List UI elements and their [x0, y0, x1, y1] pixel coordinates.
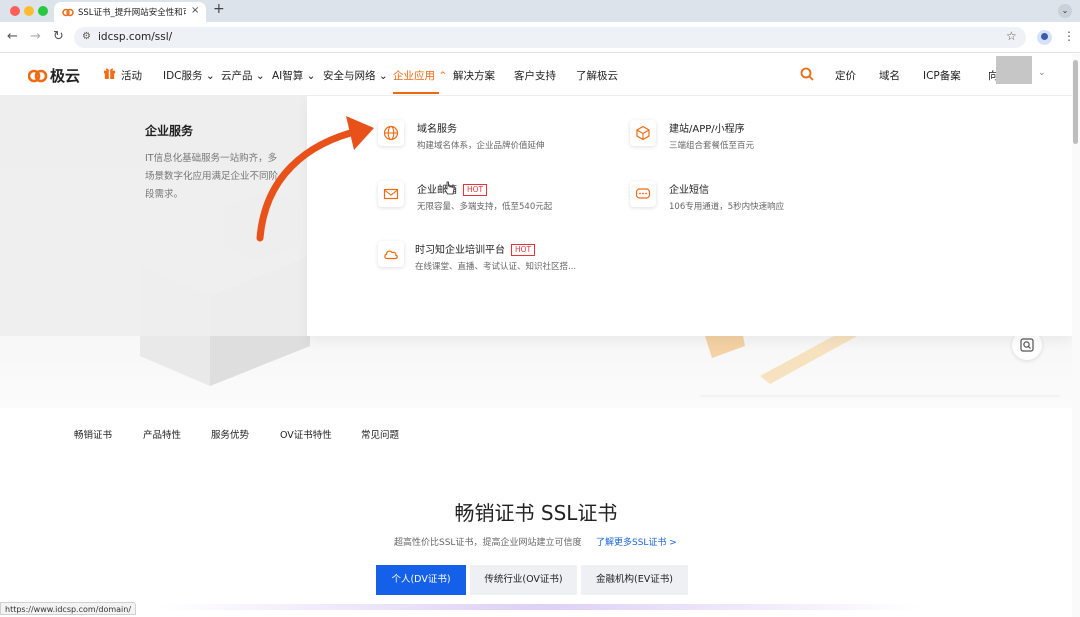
search-icon	[1020, 338, 1034, 352]
gift-icon	[103, 68, 116, 79]
chevron-down-icon: ⌄	[306, 70, 316, 82]
nav-idc[interactable]: IDC服务 ⌄	[163, 68, 215, 83]
chevron-down-icon: ⌄	[205, 70, 215, 82]
dropdown-title: 企业服务	[145, 124, 194, 138]
avatar[interactable]	[996, 56, 1032, 84]
mail-icon	[378, 181, 404, 207]
ev-cert-button[interactable]: 金融机构(EV证书)	[581, 565, 688, 595]
chevron-down-icon: ⌄	[378, 70, 388, 82]
section-subtitle: 超高性价比SSL证书，提高企业网站建立可信度	[394, 538, 582, 548]
nav-about[interactable]: 了解极云	[576, 68, 618, 83]
nav-ai-label: AI智算	[272, 70, 304, 82]
site-settings-icon[interactable]: ⚙	[82, 31, 91, 42]
nav-security[interactable]: 安全与网络 ⌄	[323, 68, 388, 83]
site-header: 极云 活动 IDC服务 ⌄ 云产品 ⌄ AI智算 ⌄ 安全与网络 ⌄ 企业应用 …	[0, 54, 1072, 96]
profile-icon[interactable]	[1037, 30, 1052, 45]
tab-close-icon[interactable]: ×	[191, 5, 199, 16]
kebab-menu-icon[interactable]: ⋮	[1063, 29, 1075, 43]
reload-icon[interactable]: ↻	[53, 29, 64, 44]
menu-item-title: 建站/APP/小程序	[669, 124, 745, 135]
nav-enterprise-label: 企业应用	[393, 70, 435, 82]
forward-arrow-icon[interactable]: →	[30, 29, 41, 44]
nav-cloud[interactable]: 云产品 ⌄	[221, 68, 265, 83]
chevron-down-icon: ⌄	[255, 70, 265, 82]
bottom-glow	[160, 604, 920, 610]
menu-item-title: 企业短信	[669, 185, 709, 196]
annotation-arrow-icon	[256, 116, 374, 242]
sms-icon	[630, 181, 656, 207]
site-favicon-icon	[62, 8, 74, 17]
menu-item-enterprise-sms[interactable]: 企业短信 106专用通道，5秒内快速响应	[630, 181, 850, 212]
menu-item-subtitle: 构建域名体系，企业品牌价值延伸	[417, 141, 545, 151]
browser-tab[interactable]: SSL证书_提升网站安全性和可信度 ×	[54, 2, 206, 22]
menu-item-title-text: 时习知企业培训平台	[415, 245, 505, 256]
search-icon[interactable]	[800, 67, 814, 81]
tab-faq[interactable]: 常见问题	[361, 427, 399, 441]
nav-domain[interactable]: 域名	[879, 68, 900, 83]
nav-support[interactable]: 客户支持	[514, 68, 556, 83]
nav-icp[interactable]: ICP备案	[923, 68, 961, 83]
browser-toolbar: ← → ↻ ⚙ idcsp.com/ssl/	[0, 22, 1080, 53]
nav-security-label: 安全与网络	[323, 70, 376, 82]
minimize-window-button[interactable]	[24, 6, 34, 16]
maximize-window-button[interactable]	[38, 6, 48, 16]
tab-advantages[interactable]: 服务优势	[211, 427, 249, 441]
hand-cursor-icon	[444, 181, 455, 195]
page-scrollbar[interactable]	[1072, 54, 1080, 617]
scrollbar-thumb[interactable]	[1073, 60, 1078, 144]
ov-cert-button[interactable]: 传统行业(OV证书)	[470, 565, 577, 595]
nav-cloud-label: 云产品	[221, 70, 253, 82]
menu-item-title: 时习知企业培训平台 HOT	[415, 241, 536, 256]
cube-icon	[630, 120, 656, 146]
more-ssl-link[interactable]: 了解更多SSL证书 >	[596, 535, 677, 548]
chevron-up-icon: ⌃	[438, 70, 448, 82]
chevron-down-icon[interactable]: ⌄	[1038, 68, 1046, 78]
address-bar[interactable]: ⚙ idcsp.com/ssl/	[74, 27, 1026, 48]
tab-ov-features[interactable]: OV证书特性	[280, 427, 332, 441]
hot-badge: HOT	[511, 244, 536, 256]
menu-item-title: 域名服务	[417, 124, 457, 135]
nav-ai[interactable]: AI智算 ⌄	[272, 68, 315, 83]
close-window-button[interactable]	[10, 6, 20, 16]
menu-item-training-platform[interactable]: 时习知企业培训平台 HOT 在线课堂、直播、考试认证、知识社区搭...	[378, 241, 618, 272]
menu-item-subtitle: 在线课堂、直播、考试认证、知识社区搭...	[415, 262, 577, 272]
nav-activity[interactable]: 活动	[121, 68, 142, 83]
star-icon[interactable]: ☆	[1006, 29, 1017, 43]
status-bar-url: https://www.idcsp.com/domain/	[0, 602, 137, 615]
dropdown-panel: 域名服务 构建域名体系，企业品牌价值延伸 建站/APP/小程序 三端组合套餐低至…	[307, 96, 1072, 336]
tab-search-icon[interactable]: ⌄	[1058, 4, 1072, 18]
logo-text[interactable]: 极云	[50, 65, 80, 86]
section-title: 畅销证书 SSL证书	[454, 501, 618, 525]
tab-features[interactable]: 产品特性	[143, 427, 181, 441]
nav-idc-label: IDC服务	[163, 70, 203, 82]
hot-badge: HOT	[463, 184, 488, 196]
nav-active-underline	[393, 92, 439, 94]
nav-enterprise[interactable]: 企业应用 ⌃	[393, 68, 447, 83]
nav-solutions[interactable]: 解决方案	[453, 68, 495, 83]
section-tabs: 畅销证书 产品特性 服务优势 OV证书特性 常见问题	[0, 408, 1072, 458]
new-tab-button[interactable]: +	[213, 1, 225, 17]
tab-title: SSL证书_提升网站安全性和可信度	[78, 8, 186, 18]
address-url[interactable]: idcsp.com/ssl/	[98, 31, 172, 43]
globe-icon	[378, 120, 404, 146]
cloud-icon	[378, 241, 404, 267]
menu-item-website-app[interactable]: 建站/APP/小程序 三端组合套餐低至百元	[630, 120, 850, 151]
menu-item-domain-service[interactable]: 域名服务 构建域名体系，企业品牌价值延伸	[378, 120, 598, 151]
menu-item-subtitle: 106专用通道，5秒内快速响应	[669, 202, 785, 212]
menu-item-enterprise-mail[interactable]: 企业邮箱 HOT 无限容量、多端支持，低至540元起	[378, 181, 598, 212]
menu-item-subtitle: 三端组合套餐低至百元	[669, 141, 755, 151]
nav-pricing[interactable]: 定价	[835, 68, 856, 83]
back-arrow-icon[interactable]: ←	[7, 29, 18, 44]
dv-cert-button[interactable]: 个人(DV证书)	[376, 565, 466, 595]
tab-best-sellers[interactable]: 畅销证书	[74, 427, 112, 441]
menu-item-subtitle: 无限容量、多端支持，低至540元起	[417, 202, 553, 212]
browser-tab-bar: SSL证书_提升网站安全性和可信度 × + ⌄	[0, 0, 1080, 22]
